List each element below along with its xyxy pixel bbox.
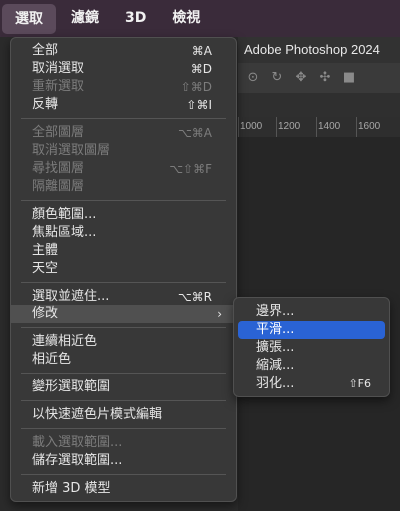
menu-item-shortcut: ⌥⇧⌘F [169, 162, 212, 176]
menu-item-label: 儲存選取範圍... [32, 453, 123, 468]
menu-item-similar[interactable]: 相近色 [11, 351, 236, 369]
ruler-tick-line [238, 117, 239, 137]
menu-item-label: 以快速遮色片模式編輯 [32, 407, 163, 422]
menu-item-label: 全部圖層 [32, 125, 85, 140]
submenu-item-label: 擴張... [256, 340, 295, 355]
menu-item-deselect[interactable]: 取消選取 ⌘D [11, 60, 236, 78]
menu-separator [21, 474, 226, 475]
menu-item-grow[interactable]: 連續相近色 [11, 333, 236, 351]
menubar-item-filter[interactable]: 濾鏡 [58, 0, 112, 37]
submenu-item-feather[interactable]: 羽化... ⇧F6 [238, 375, 385, 393]
ruler-tick-label: 1600 [358, 121, 381, 132]
menu-item-save-selection[interactable]: 儲存選取範圍... [11, 452, 236, 470]
menu-separator [21, 282, 226, 283]
menu-item-label: 重新選取 [32, 79, 85, 94]
video-camera-icon[interactable]: ■ [342, 71, 356, 85]
menu-item-shortcut: ⌘A [191, 44, 212, 58]
menu-item-label: 連續相近色 [32, 334, 98, 349]
submenu-item-contract[interactable]: 縮減... [238, 357, 385, 375]
menu-item-quick-mask[interactable]: 以快速遮色片模式編輯 [11, 406, 236, 424]
menu-item-shortcut: ⌥⌘R [177, 290, 212, 304]
ruler-tick-label: 1400 [318, 121, 341, 132]
lasso-wave-icon[interactable]: ⊙ [246, 71, 260, 85]
menu-item-select-and-mask[interactable]: 選取並遮住... ⌥⌘R [11, 288, 236, 306]
menubar-item-view[interactable]: 檢視 [159, 0, 213, 37]
menu-item-label: 反轉 [32, 97, 59, 112]
menu-item-find-layers: 尋找圖層 ⌥⇧⌘F [11, 160, 236, 178]
ruler-tick-line [356, 117, 357, 137]
menu-item-label: 取消選取圖層 [32, 143, 111, 158]
menu-item-color-range[interactable]: 顏色範圍... [11, 206, 236, 224]
menu-item-label: 全部 [32, 43, 59, 58]
horizontal-ruler: 1000 1200 1400 1600 [238, 117, 400, 138]
menu-item-shortcut: ⇧⌘D [180, 80, 212, 94]
menu-item-label: 修改 [32, 306, 59, 321]
pan-icon[interactable]: ✣ [318, 71, 332, 85]
menu-item-label: 顏色範圍... [32, 207, 97, 222]
submenu-item-label: 平滑... [256, 322, 295, 337]
menu-separator [21, 327, 226, 328]
menu-item-shortcut: ⌘D [190, 62, 212, 76]
menu-item-all[interactable]: 全部 ⌘A [11, 42, 236, 60]
menu-item-isolate-layers: 隔離圖層 [11, 178, 236, 196]
menu-item-modify[interactable]: 修改 › [11, 305, 236, 323]
submenu-item-smooth[interactable]: 平滑... [238, 321, 385, 339]
submenu-item-label: 邊界... [256, 304, 295, 319]
menu-separator [21, 428, 226, 429]
ruler-tick-label: 1000 [240, 121, 263, 132]
ruler-tick-line [276, 117, 277, 137]
menu-item-shortcut: ⌥⌘A [177, 126, 212, 140]
menu-item-sky[interactable]: 天空 [11, 260, 236, 278]
ruler-tick-label: 1200 [278, 121, 301, 132]
modify-submenu: 邊界... 平滑... 擴張... 縮減... 羽化... ⇧F6 [233, 297, 390, 397]
options-bar: ⊙ ↻ ✥ ✣ ■ [238, 63, 400, 93]
menu-item-label: 選取並遮住... [32, 289, 110, 304]
menu-item-inverse[interactable]: 反轉 ⇧⌘I [11, 96, 236, 114]
submenu-item-label: 羽化... [256, 376, 295, 391]
menu-item-reselect: 重新選取 ⇧⌘D [11, 78, 236, 96]
menu-item-shortcut: ⇧F6 [348, 377, 371, 390]
menu-item-label: 隔離圖層 [32, 179, 85, 194]
menu-item-label: 焦點區域... [32, 225, 97, 240]
menu-item-all-layers: 全部圖層 ⌥⌘A [11, 124, 236, 142]
menu-item-deselect-layers: 取消選取圖層 [11, 142, 236, 160]
menu-item-label: 主體 [32, 243, 59, 258]
window-title: Adobe Photoshop 2024 [238, 37, 400, 63]
menu-item-transform-selection[interactable]: 變形選取範圍 [11, 378, 236, 396]
menu-item-label: 尋找圖層 [32, 161, 85, 176]
menu-item-label: 變形選取範圍 [32, 379, 111, 394]
menu-item-focus-area[interactable]: 焦點區域... [11, 224, 236, 242]
menu-bar: 選取 濾鏡 3D 檢視 [0, 0, 400, 37]
submenu-item-expand[interactable]: 擴張... [238, 339, 385, 357]
menu-separator [21, 373, 226, 374]
document-tab-strip [238, 93, 400, 117]
move-cross-icon[interactable]: ✥ [294, 71, 308, 85]
chevron-right-icon: › [217, 307, 222, 321]
menu-item-subject[interactable]: 主體 [11, 242, 236, 260]
menu-separator [21, 200, 226, 201]
submenu-item-label: 縮減... [256, 358, 295, 373]
menu-separator [21, 400, 226, 401]
menu-item-new-3d-model[interactable]: 新增 3D 模型 [11, 480, 236, 498]
select-menu: 全部 ⌘A 取消選取 ⌘D 重新選取 ⇧⌘D 反轉 ⇧⌘I 全部圖層 ⌥⌘A 取消選取圖層… [10, 37, 237, 502]
menu-item-label: 載入選取範圍... [32, 435, 123, 450]
menu-item-load-selection: 載入選取範圍... [11, 434, 236, 452]
ruler-tick-line [316, 117, 317, 137]
menubar-item-3d[interactable]: 3D [112, 0, 159, 37]
menu-item-label: 相近色 [32, 352, 72, 367]
menubar-item-select[interactable]: 選取 [2, 3, 56, 34]
menu-item-label: 新增 3D 模型 [32, 481, 111, 496]
menu-item-label: 天空 [32, 261, 59, 276]
menu-item-shortcut: ⇧⌘I [186, 98, 212, 112]
menu-item-label: 取消選取 [32, 61, 85, 76]
submenu-item-border[interactable]: 邊界... [238, 303, 385, 321]
menu-separator [21, 118, 226, 119]
rotate-icon[interactable]: ↻ [270, 71, 284, 85]
